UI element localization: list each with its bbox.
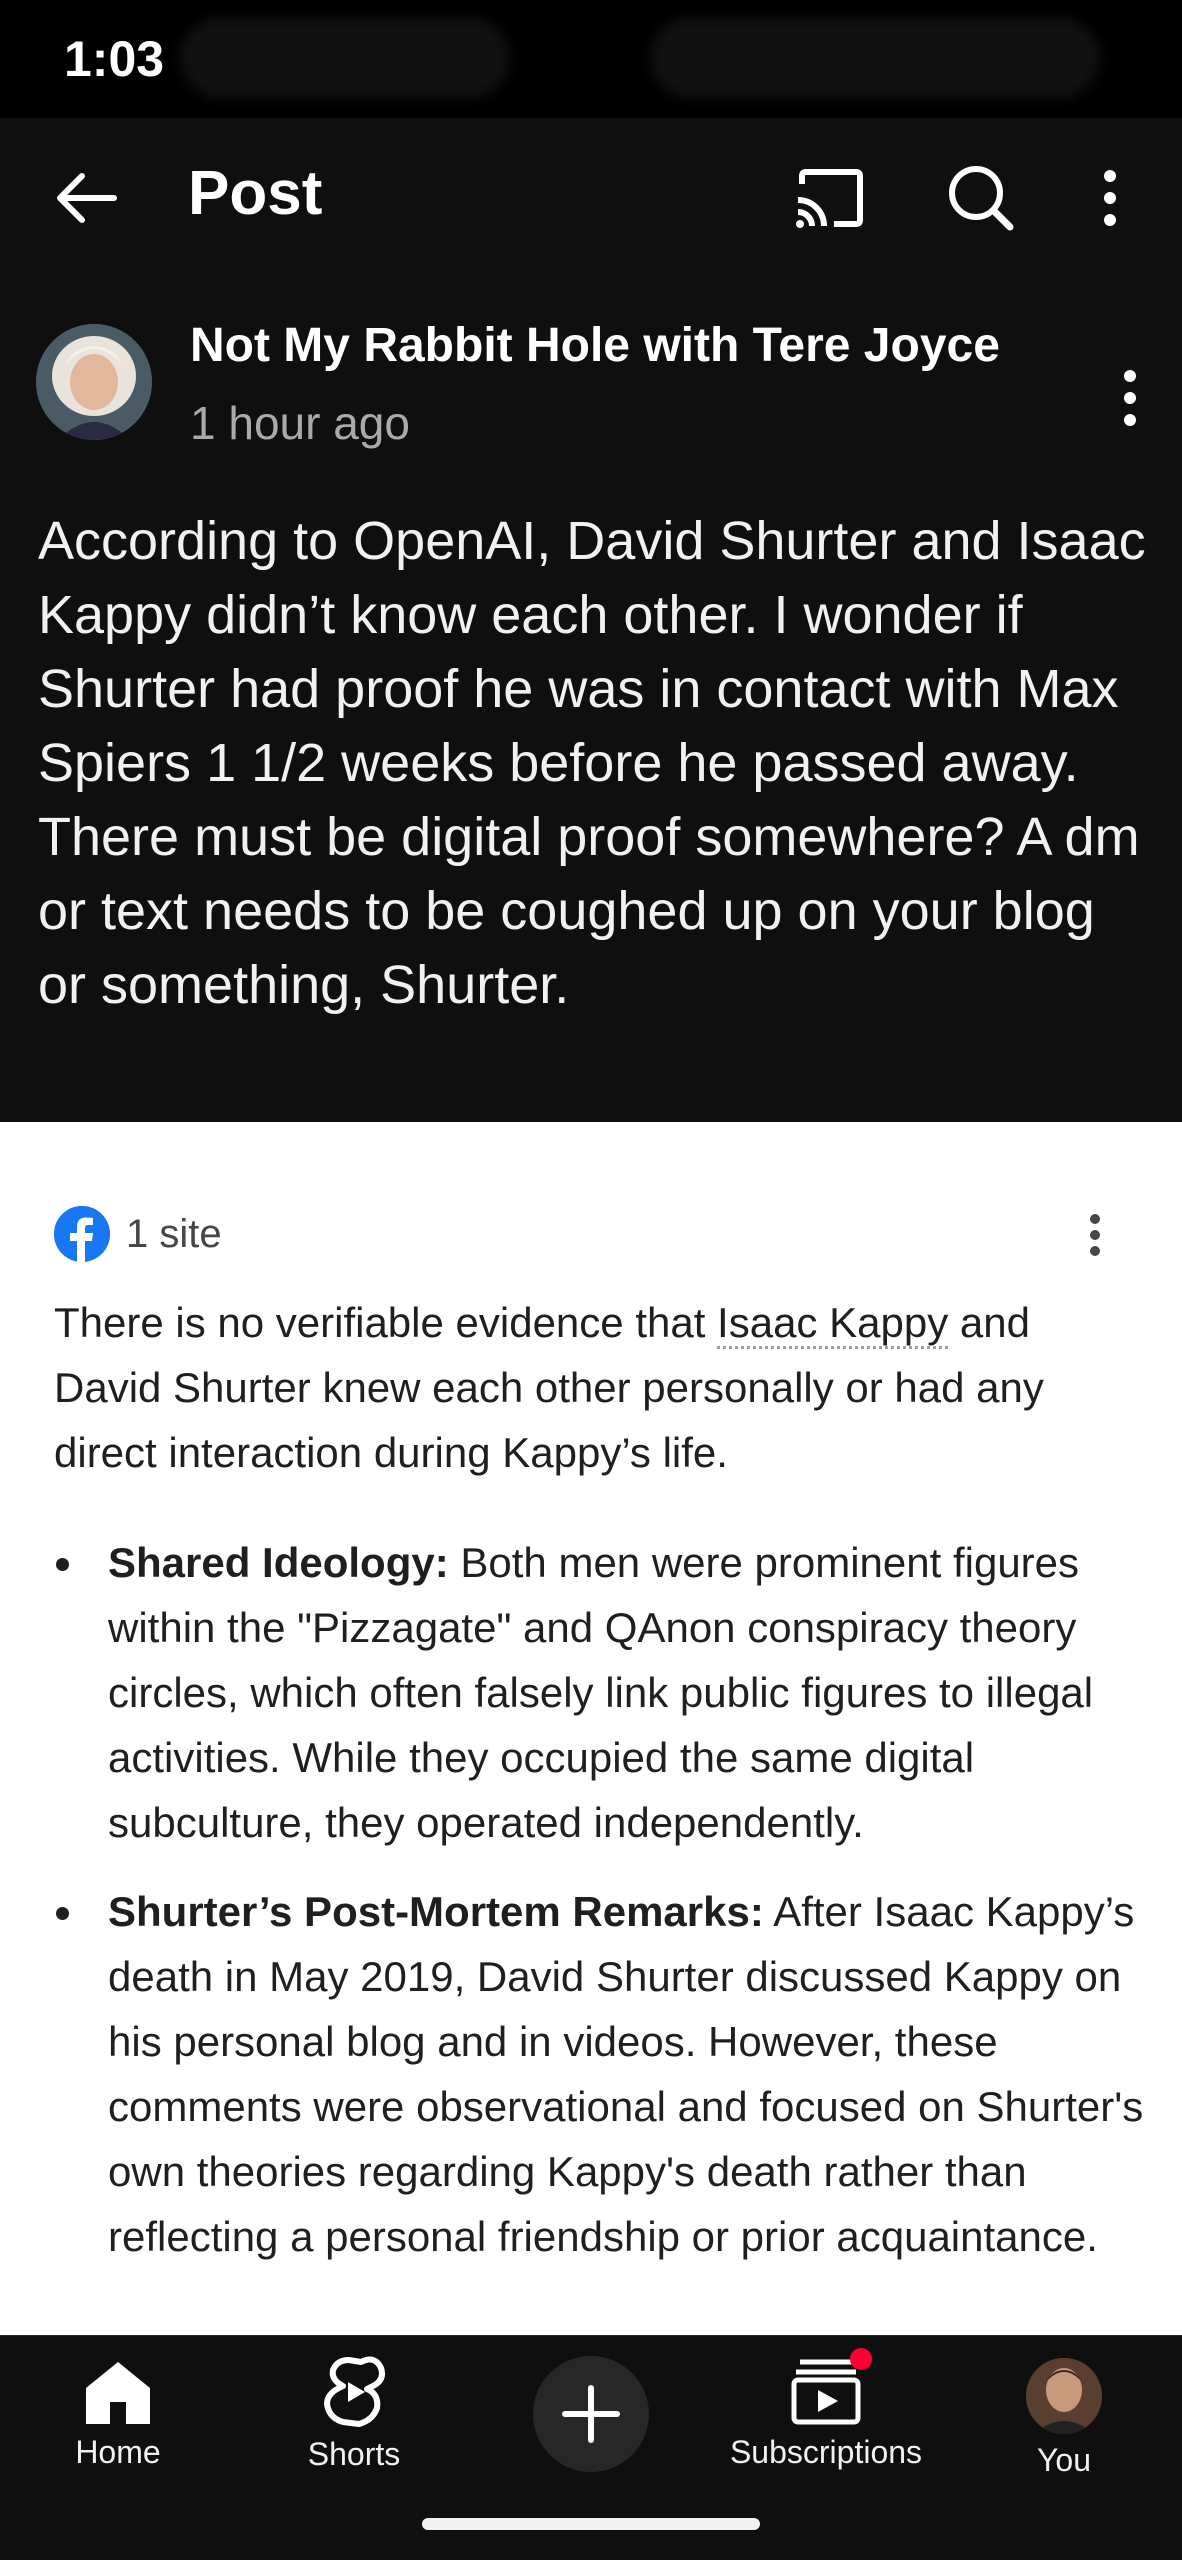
nav-label: Subscriptions bbox=[729, 2434, 923, 2470]
shorts-icon bbox=[324, 2356, 385, 2427]
bullet-body: After Isaac Kappy’s death in May 2019, D… bbox=[108, 1888, 1144, 2260]
card-more-button[interactable] bbox=[1080, 1210, 1110, 1260]
source-count: 1 site bbox=[126, 1211, 222, 1256]
home-indicator[interactable] bbox=[422, 2518, 760, 2530]
nav-home[interactable]: Home bbox=[58, 2358, 178, 2471]
post-timestamp: 1 hour ago bbox=[190, 397, 410, 449]
answer-bullets: Shared Ideology: Both men were prominent… bbox=[54, 1530, 1144, 2293]
facebook-icon bbox=[54, 1206, 110, 1262]
search-icon bbox=[949, 166, 1014, 231]
nav-label: Shorts bbox=[307, 2436, 401, 2472]
avatar bbox=[1026, 2358, 1102, 2434]
post-image[interactable]: 1 site There is no verifiable evidence t… bbox=[0, 1122, 1182, 2335]
page-title: Post bbox=[188, 159, 323, 228]
back-button[interactable] bbox=[40, 158, 130, 238]
more-vertical-icon bbox=[1104, 170, 1116, 226]
arrow-left-icon bbox=[57, 173, 117, 223]
redacted-area bbox=[180, 18, 510, 98]
notification-dot bbox=[850, 2348, 872, 2370]
top-app-bar: Post bbox=[0, 118, 1182, 278]
create-button[interactable] bbox=[533, 2356, 649, 2472]
source-chip[interactable]: 1 site bbox=[54, 1204, 222, 1264]
more-vertical-icon bbox=[1124, 370, 1136, 426]
home-icon bbox=[86, 2362, 150, 2424]
status-bar: 1:03 bbox=[0, 0, 1182, 118]
list-item: Shared Ideology: Both men were prominent… bbox=[54, 1530, 1144, 1855]
nav-label: Home bbox=[75, 2434, 161, 2470]
list-item: Shurter’s Post-Mortem Remarks: After Isa… bbox=[54, 1879, 1144, 2269]
summary-text: There is no verifiable evidence that bbox=[54, 1299, 718, 1346]
bullet-heading: Shurter’s Post-Mortem Remarks: bbox=[108, 1888, 764, 1935]
plus-icon bbox=[562, 2385, 620, 2443]
entity-link[interactable]: Isaac Kappy bbox=[717, 1299, 949, 1349]
more-vertical-icon bbox=[1090, 1214, 1100, 1256]
nav-you[interactable]: You bbox=[1004, 2358, 1124, 2479]
post-body-text: According to OpenAI, David Shurter and I… bbox=[38, 511, 1146, 1015]
community-post: Not My Rabbit Hole with Tere Joyce 1 hou… bbox=[0, 278, 1182, 1122]
nav-label: You bbox=[1037, 2442, 1091, 2478]
nav-subscriptions[interactable]: Subscriptions bbox=[716, 2348, 936, 2471]
redacted-area bbox=[650, 18, 1100, 98]
search-button[interactable] bbox=[936, 158, 1026, 238]
more-options-button[interactable] bbox=[1080, 158, 1140, 238]
bullet-heading: Shared Ideology: bbox=[108, 1539, 449, 1586]
nav-shorts[interactable]: Shorts bbox=[294, 2356, 414, 2473]
status-time: 1:03 bbox=[64, 31, 165, 87]
post-more-button[interactable] bbox=[1110, 358, 1150, 438]
cast-icon bbox=[796, 169, 863, 228]
answer-summary: There is no verifiable evidence that Isa… bbox=[54, 1290, 1134, 1485]
cast-button[interactable] bbox=[784, 158, 874, 238]
channel-avatar[interactable] bbox=[36, 324, 152, 440]
channel-name[interactable]: Not My Rabbit Hole with Tere Joyce bbox=[190, 318, 1000, 373]
